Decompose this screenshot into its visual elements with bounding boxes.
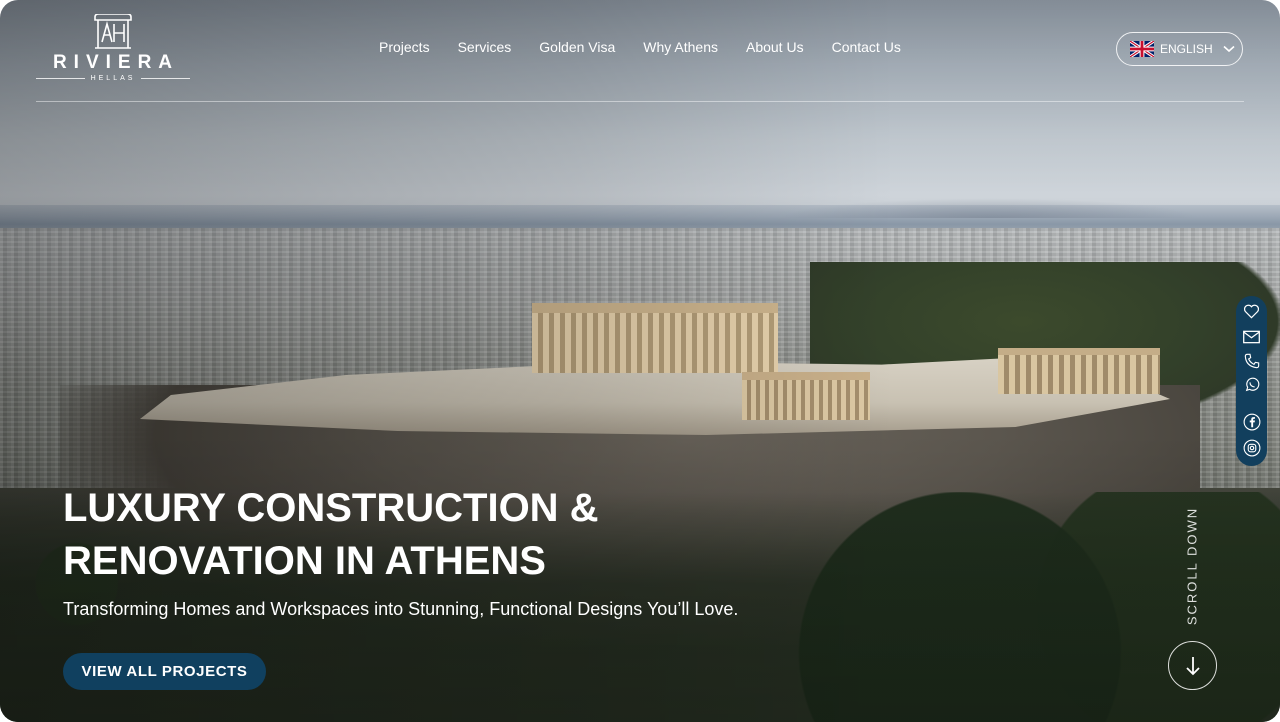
divider [141, 78, 191, 79]
hero-title: LUXURY CONSTRUCTION & RENOVATION IN ATHE… [63, 482, 763, 588]
brand-tagline: HELLAS [90, 75, 136, 82]
hero-title-line-1: LUXURY CONSTRUCTION & [63, 486, 599, 530]
hero-subtitle: Transforming Homes and Workspaces into S… [63, 599, 739, 619]
nav-why-athens[interactable]: Why Athens [643, 39, 718, 55]
brand-tagline-row: HELLAS [36, 75, 191, 82]
chevron-down-icon [1223, 45, 1235, 53]
facebook-icon[interactable] [1242, 412, 1261, 431]
brand-name: RIVIERA [52, 52, 180, 73]
whatsapp-icon[interactable] [1242, 375, 1261, 394]
hero-section: RIVIERA HELLAS Projects Services Golden … [0, 0, 1280, 722]
arrow-down-icon [1185, 656, 1200, 675]
mail-icon[interactable] [1242, 327, 1261, 346]
nav-services[interactable]: Services [458, 39, 512, 55]
contact-sidebar [1236, 296, 1267, 466]
hero-title-line-2: RENOVATION IN ATHENS [63, 539, 546, 583]
divider [36, 78, 85, 79]
nav-golden-visa[interactable]: Golden Visa [539, 39, 615, 55]
brand-logo[interactable]: RIVIERA HELLAS [36, 14, 191, 84]
view-all-projects-button[interactable]: VIEW ALL PROJECTS [63, 653, 266, 690]
header-divider [36, 101, 1244, 102]
nav-about-us[interactable]: About Us [746, 39, 804, 55]
nav-contact-us[interactable]: Contact Us [832, 39, 901, 55]
phone-icon[interactable] [1242, 351, 1261, 370]
scroll-down-button[interactable] [1168, 641, 1217, 690]
heart-icon[interactable] [1242, 302, 1261, 321]
language-label: ENGLISH [1160, 42, 1213, 56]
scroll-down-label: SCROLL DOWN [1184, 506, 1200, 626]
nav-projects[interactable]: Projects [379, 39, 430, 55]
language-selector[interactable]: ENGLISH [1116, 32, 1243, 66]
instagram-icon[interactable] [1242, 438, 1261, 457]
uk-flag-icon [1130, 41, 1154, 57]
main-nav: Projects Services Golden Visa Why Athens… [379, 39, 901, 55]
column-monogram-icon [94, 14, 132, 49]
